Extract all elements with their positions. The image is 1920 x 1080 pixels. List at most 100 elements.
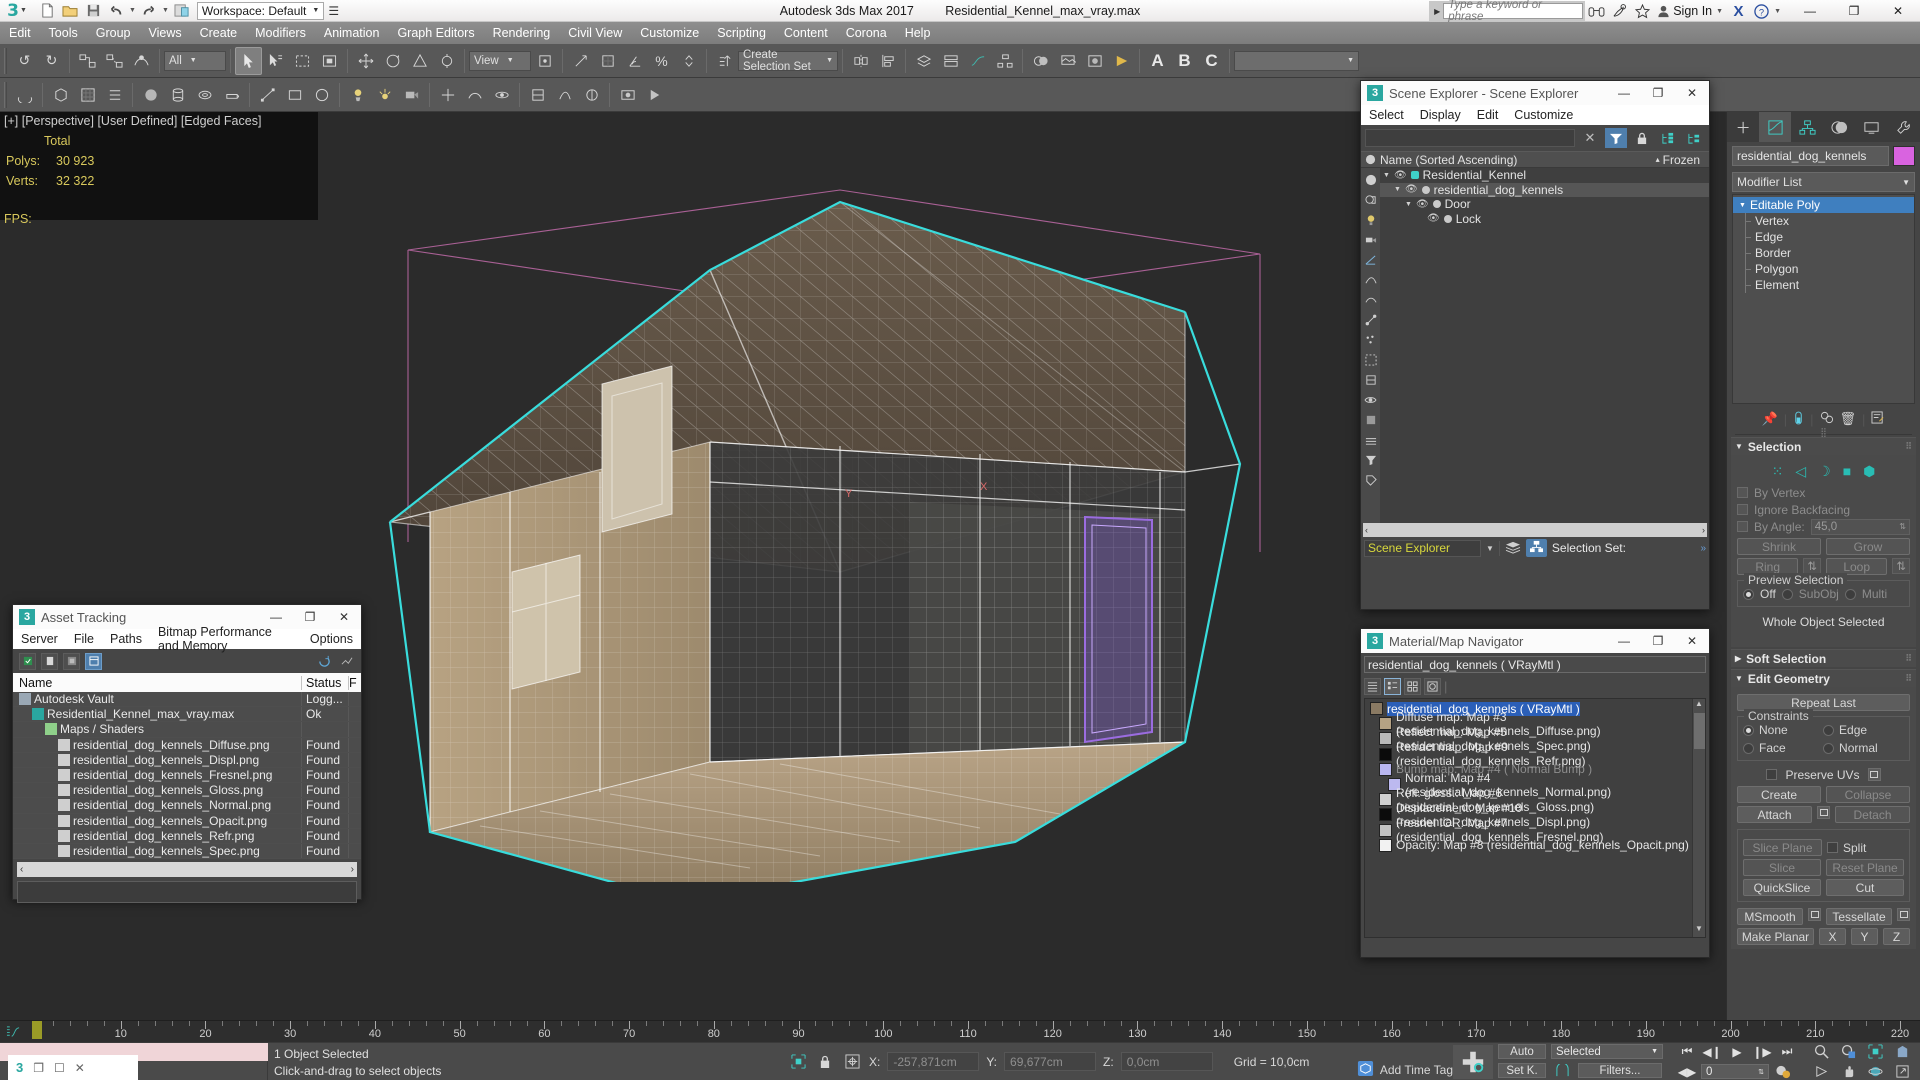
modifier-stack-item[interactable]: ▼ Editable Poly [1733, 197, 1914, 213]
render-production-button[interactable] [1108, 47, 1135, 75]
line-tool-icon[interactable] [254, 81, 281, 109]
scroll-right-arrow-icon[interactable]: › [1702, 525, 1705, 535]
grow-button[interactable]: Grow [1826, 538, 1910, 555]
target-light-icon[interactable] [344, 81, 371, 109]
tag-filter-icon[interactable] [1361, 470, 1380, 490]
object-color-swatch[interactable] [1893, 146, 1915, 166]
preview-off-radio[interactable] [1743, 588, 1754, 600]
current-frame-field[interactable]: 0 ⇅ [1701, 1064, 1769, 1079]
slice-plane-button[interactable]: Slice Plane [1743, 839, 1822, 856]
element-subobject-button[interactable]: ⬢ [1863, 463, 1875, 480]
time-slider-track[interactable]: 0102030405060708090100110120130140150160… [0, 1020, 1920, 1042]
frame-step-icon[interactable]: ◀▶ [1676, 1063, 1698, 1080]
scene-explorer-row[interactable]: ▼ 👁 residential_dog_kennels [1380, 182, 1709, 197]
modify-tab[interactable] [1759, 112, 1792, 142]
named-selection-set-combo[interactable]: Create Selection Set ▼ [738, 49, 838, 73]
scene-explorer-column-header[interactable]: Name (Sorted Ascending) ▴ Frozen [1361, 151, 1709, 168]
get-latest-icon[interactable] [63, 652, 80, 670]
reset-plane-button[interactable]: Reset Plane [1826, 859, 1904, 876]
shrink-button[interactable]: Shrink [1737, 538, 1821, 555]
reference-coordinate-system-combo[interactable]: View ▼ [469, 50, 531, 71]
unlink-selection-button[interactable] [101, 47, 128, 75]
make-planar-x-button[interactable]: X [1819, 928, 1846, 945]
border-subobject-button[interactable]: ☽ [1818, 463, 1831, 480]
asset-tracking-menu-paths[interactable]: Paths [102, 632, 150, 646]
modifier-icon-1[interactable] [524, 81, 551, 109]
visibility-eye-icon[interactable]: 👁 [1416, 199, 1429, 210]
menu-item-content[interactable]: Content [775, 22, 837, 44]
spinner-arrows-icon[interactable]: ⇅ [1758, 1068, 1764, 1076]
menu-item-graph-editors[interactable]: Graph Editors [388, 22, 483, 44]
table-row[interactable]: Residential_Kennel_max_vray.max Ok [13, 707, 361, 723]
maximize-button[interactable]: ❐ [1832, 0, 1876, 22]
camera-icon[interactable] [398, 81, 425, 109]
helper-icon[interactable] [434, 81, 461, 109]
scene-explorer-dialog[interactable]: 3 Scene Explorer - Scene Explorer — ❐ ✕ … [1360, 80, 1710, 610]
menu-item-views[interactable]: Views [139, 22, 190, 44]
window-crossing-button[interactable] [316, 47, 343, 75]
spinner-snap-toggle-button[interactable] [675, 47, 702, 75]
teapot-icon[interactable] [218, 81, 245, 109]
material-editor-button[interactable] [1027, 47, 1054, 75]
menu-item-civil-view[interactable]: Civil View [559, 22, 631, 44]
scene-explorer-body[interactable]: ▼ 👁 Residential_Kennel ▼ 👁 residential_dog_ke… [1361, 168, 1709, 523]
list-view-icon[interactable] [1364, 677, 1381, 695]
bones-filter-icon[interactable] [1361, 310, 1380, 330]
tessellate-button[interactable]: Tessellate [1826, 908, 1892, 925]
check-in-icon[interactable] [19, 652, 36, 670]
menu-item-group[interactable]: Group [87, 22, 140, 44]
circle-tool-icon[interactable] [308, 81, 335, 109]
open-file-icon[interactable] [59, 1, 81, 21]
modifier-icon-2[interactable] [551, 81, 578, 109]
close-button[interactable]: ✕ [1675, 629, 1709, 653]
percent-snap-toggle-button[interactable]: % [648, 47, 675, 75]
column-status[interactable]: Status [302, 675, 349, 690]
tessellate-settings-button[interactable] [1897, 908, 1910, 921]
zoom-extents-icon[interactable] [1863, 1043, 1887, 1060]
binoculars-icon[interactable] [1585, 0, 1608, 22]
table-row[interactable]: residential_dog_kennels_Diffuse.png Found [13, 737, 361, 753]
constraint-edge-radio[interactable] [1823, 724, 1835, 736]
detach-button[interactable]: Detach [1835, 806, 1910, 823]
selection-lock-toggle-icon[interactable] [815, 1052, 835, 1072]
scene-explorer-find-input[interactable] [1365, 129, 1575, 147]
select-and-move-button[interactable] [352, 47, 379, 75]
cameras-filter-icon[interactable] [1361, 230, 1380, 250]
redo-button[interactable]: ↻ [38, 47, 65, 75]
maximize-button[interactable]: ❐ [1641, 81, 1675, 105]
menu-item-create[interactable]: Create [191, 22, 247, 44]
minimize-button[interactable]: — [1607, 629, 1641, 653]
material-map-row[interactable]: Refract map: Map #9 (residential_dog_ken… [1365, 740, 1692, 768]
edit-geometry-rollout-header[interactable]: ▼ Edit Geometry ⠿ [1731, 669, 1916, 687]
exchange-app-store-icon[interactable]: X [1727, 0, 1750, 22]
scene-explorer-row[interactable]: 👁 Lock [1380, 212, 1709, 227]
selection-rollout-header[interactable]: ▼ Selection ⠿ [1731, 437, 1916, 455]
preview-multi-radio[interactable] [1844, 588, 1856, 600]
ignore-backfacing-row[interactable]: Ignore Backfacing [1737, 501, 1910, 518]
display-tab[interactable] [1856, 112, 1888, 142]
modifier-stack[interactable]: ▼ Editable Poly Vertex Edge Border Polygon Ele… [1732, 194, 1915, 404]
angle-snap-toggle-button[interactable] [621, 47, 648, 75]
table-row[interactable]: residential_dog_kennels_Refr.png Found [13, 828, 361, 844]
material-map-rows[interactable]: residential_dog_kennels ( VRayMtl ) Diffu… [1365, 699, 1692, 937]
preserve-uvs-settings-button[interactable] [1867, 768, 1881, 781]
preview-subobj-radio[interactable] [1781, 588, 1793, 600]
scene-explorer-menu-display[interactable]: Display [1412, 108, 1469, 122]
viewport-label[interactable]: [+] [Perspective] [User Defined] [Edged … [4, 114, 261, 128]
lock-icon[interactable] [1631, 128, 1653, 148]
asset-tracking-menu-bitmap-performance-and-memory[interactable]: Bitmap Performance and Memory [150, 625, 302, 653]
column-full-path[interactable]: F [349, 676, 361, 690]
check-out-icon[interactable] [41, 652, 58, 670]
select-and-place-button[interactable] [433, 47, 460, 75]
arc-rotate-icon[interactable] [11, 81, 38, 109]
previous-frame-button[interactable]: ◀❙ [1701, 1043, 1723, 1060]
make-unique-icon[interactable] [1820, 411, 1834, 427]
search-input[interactable]: Type a keyword or phrase [1443, 0, 1584, 23]
chevron-down-icon[interactable]: ▼ [1394, 186, 1401, 193]
material-map-row[interactable]: Fresnel IOR: Map #7 (residential_dog_ken… [1365, 816, 1692, 844]
asset-tracking-menu-server[interactable]: Server [13, 632, 66, 646]
time-configuration-button[interactable] [1772, 1063, 1794, 1080]
utilities-tab[interactable] [1888, 112, 1920, 142]
select-and-rotate-button[interactable] [379, 47, 406, 75]
chevron-down-icon[interactable]: ▼ [1383, 172, 1390, 179]
